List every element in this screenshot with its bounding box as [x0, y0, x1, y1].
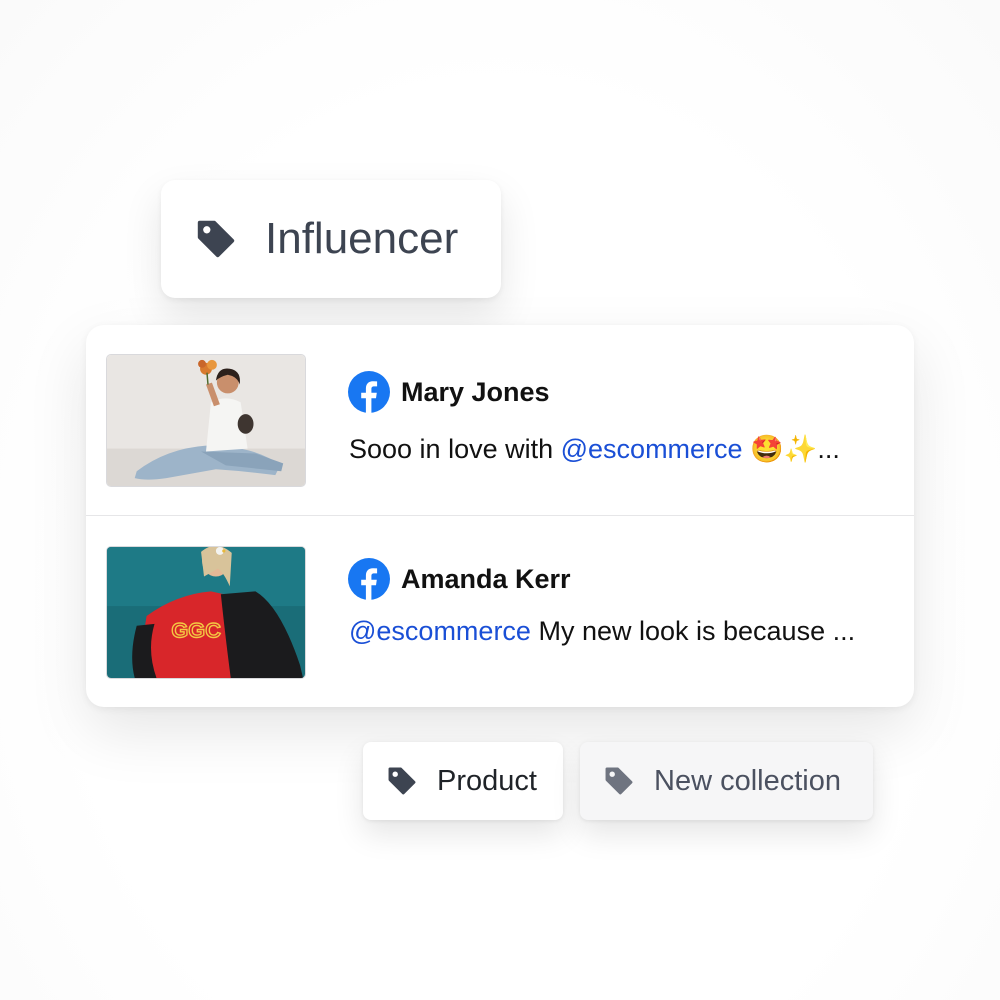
facebook-icon: [348, 371, 390, 413]
posts-card: Mary Jones Sooo in love with @escommerce…: [86, 325, 914, 707]
post-thumbnail[interactable]: [106, 354, 306, 487]
mention-link[interactable]: @escommerce: [349, 616, 531, 646]
post-author: Mary Jones: [348, 371, 550, 413]
post-item[interactable]: GGC Amanda Kerr @escommerce My new look …: [86, 515, 914, 705]
post-text-before: Sooo in love with: [349, 434, 561, 464]
mention-link[interactable]: @escommerce: [561, 434, 743, 464]
tag-product[interactable]: Product: [363, 742, 563, 820]
svg-text:GGC: GGC: [171, 618, 221, 643]
author-name: Amanda Kerr: [401, 563, 571, 594]
author-name: Mary Jones: [401, 376, 550, 407]
tag-influencer[interactable]: Influencer: [161, 180, 501, 298]
tag-label: New collection: [654, 764, 841, 797]
tag-label: Product: [437, 764, 537, 797]
facebook-icon: [348, 558, 390, 600]
tag-icon: [602, 764, 636, 798]
post-text: @escommerce My new look is because ...: [349, 616, 855, 647]
post-text: Sooo in love with @escommerce 🤩✨...: [349, 433, 840, 465]
tag-new-collection[interactable]: New collection: [580, 742, 873, 820]
post-text-after: My new look is because ...: [530, 616, 856, 646]
post-author: Amanda Kerr: [348, 558, 571, 600]
post-thumbnail[interactable]: GGC: [106, 546, 306, 679]
tag-icon: [193, 216, 239, 262]
tag-label: Influencer: [265, 214, 459, 263]
tag-icon: [385, 764, 419, 798]
canvas: Influencer Mary Jones Sooo in love with …: [0, 0, 1000, 1000]
post-item[interactable]: Mary Jones Sooo in love with @escommerce…: [86, 325, 914, 515]
post-text-after: 🤩✨...: [742, 434, 840, 464]
